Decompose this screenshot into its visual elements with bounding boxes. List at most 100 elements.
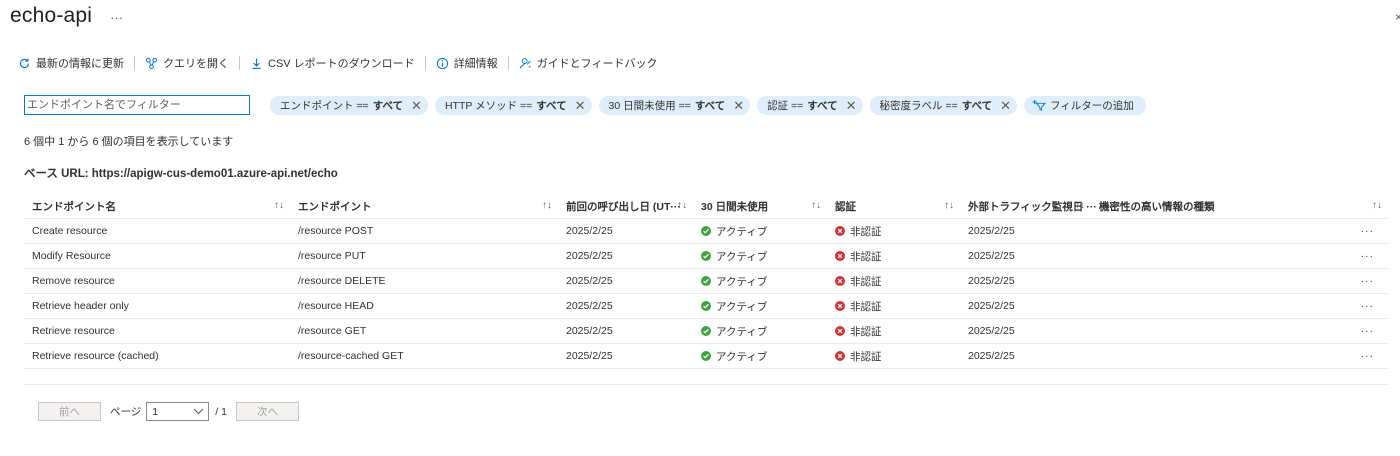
column-header-endpoint[interactable]: エンドポイント ↑↓: [290, 194, 558, 219]
sort-icon[interactable]: ↑↓: [944, 200, 954, 211]
cell-monitored-date: 2025/2/25: [960, 293, 1091, 319]
row-more-button[interactable]: ···: [1091, 218, 1388, 244]
close-icon[interactable]: ✕: [733, 99, 744, 112]
table-row[interactable]: Create resource /resource POST 2025/2/25…: [24, 218, 1388, 244]
filter-row: エンドポイント ==すべて✕ HTTP メソッド ==すべて✕ 30 日間未使用…: [24, 95, 1146, 115]
error-circle-icon: [835, 251, 845, 261]
table-row[interactable]: Remove resource /resource DELETE 2025/2/…: [24, 268, 1388, 294]
cell-auth: 非認証: [827, 343, 960, 369]
table-row[interactable]: Retrieve resource (cached) /resource-cac…: [24, 343, 1388, 369]
cell-monitored-date: 2025/2/25: [960, 318, 1091, 344]
filter-pill-unused-30-days[interactable]: 30 日間未使用 == すべて ✕: [598, 95, 751, 115]
cell-unused: アクティブ: [693, 218, 827, 244]
refresh-label: 最新の情報に更新: [36, 58, 124, 70]
guide-feedback-button[interactable]: ガイドとフィードバック: [513, 54, 664, 72]
column-header-endpoint-name[interactable]: エンドポイント名 ↑↓: [24, 194, 290, 219]
cell-auth: 非認証: [827, 293, 960, 319]
check-circle-icon: [701, 351, 711, 361]
sort-icon[interactable]: ↑↓: [1075, 200, 1085, 211]
column-header-label: エンドポイント: [298, 200, 372, 213]
sort-icon[interactable]: ↑↓: [677, 200, 687, 211]
add-filter-icon: [1032, 99, 1046, 111]
page-select[interactable]: 1: [146, 402, 210, 421]
row-more-button[interactable]: ···: [1091, 268, 1388, 294]
table-row[interactable]: Retrieve resource /resource GET 2025/2/2…: [24, 318, 1388, 344]
sort-icon[interactable]: ↑↓: [274, 200, 284, 211]
column-header-external-traffic-date[interactable]: 外部トラフィック監視日 ··· ↑↓: [960, 194, 1097, 219]
filter-pill-endpoint[interactable]: エンドポイント == すべて ✕: [270, 95, 428, 115]
page-label: ページ: [110, 406, 142, 418]
row-more-button[interactable]: ···: [1091, 293, 1388, 319]
download-csv-label: CSV レポートのダウンロード: [268, 58, 415, 70]
filter-pill-value: すべて: [694, 99, 726, 112]
filter-pill-auth[interactable]: 認証 == すべて ✕: [757, 95, 863, 115]
endpoint-filter-input[interactable]: [24, 95, 250, 115]
cell-unused: アクティブ: [693, 268, 827, 294]
table-row[interactable]: Modify Resource /resource PUT 2025/2/25 …: [24, 243, 1388, 269]
page-title: echo-api: [10, 4, 93, 27]
column-header-sensitive-info-type[interactable]: 機密性の高い情報の種類 ↑↓: [1091, 194, 1388, 219]
auth-text: 非認証: [850, 350, 882, 363]
more-options-button[interactable]: ···: [110, 10, 123, 25]
open-query-button[interactable]: クエリを開く: [139, 54, 235, 72]
cell-endpoint-name: Create resource: [24, 218, 290, 244]
add-filter-button[interactable]: フィルターの追加: [1024, 95, 1146, 115]
cell-endpoint: /resource PUT: [290, 243, 558, 269]
refresh-button[interactable]: 最新の情報に更新: [18, 54, 130, 72]
cell-unused: アクティブ: [693, 343, 827, 369]
status-text: アクティブ: [716, 350, 768, 363]
download-csv-button[interactable]: CSV レポートのダウンロード: [244, 54, 421, 72]
error-circle-icon: [835, 351, 845, 361]
error-circle-icon: [835, 301, 845, 311]
cell-unused: アクティブ: [693, 318, 827, 344]
cell-endpoint: /resource HEAD: [290, 293, 558, 319]
close-icon[interactable]: ✕: [846, 99, 857, 112]
column-header-label: 前回の呼び出し日 (UT···: [566, 200, 681, 213]
cell-last-called: 2025/2/25: [558, 343, 693, 369]
guide-feedback-label: ガイドとフィードバック: [536, 58, 658, 70]
divider: [134, 56, 135, 70]
details-button[interactable]: 詳細情報: [430, 54, 504, 72]
row-more-button[interactable]: ···: [1091, 318, 1388, 344]
filter-pills: エンドポイント == すべて ✕ HTTP メソッド == すべて ✕ 30 日間未使用…: [270, 95, 1146, 115]
cell-last-called: 2025/2/25: [558, 243, 693, 269]
row-more-button[interactable]: ···: [1091, 343, 1388, 369]
filter-pill-sensitivity-label[interactable]: 秘密度ラベル == すべて ✕: [869, 95, 1017, 115]
row-more-button[interactable]: ···: [1091, 243, 1388, 269]
table-row[interactable]: Retrieve header only /resource HEAD 2025…: [24, 293, 1388, 319]
column-header-auth[interactable]: 認証 ↑↓: [827, 194, 960, 219]
page-total: / 1: [215, 405, 227, 418]
endpoints-table: エンドポイント名 ↑↓ エンドポイント ↑↓ 前回の呼び出し日 (UT··· ↑↓ 3…: [24, 194, 1388, 369]
base-url: ベース URL: https://apigw-cus-demo01.azure-…: [24, 168, 338, 180]
pagination: 前へ ページ 1 / 1 次へ: [38, 402, 299, 421]
cell-last-called: 2025/2/25: [558, 293, 693, 319]
sort-icon[interactable]: ↑↓: [542, 200, 552, 211]
column-header-last-called[interactable]: 前回の呼び出し日 (UT··· ↑↓: [558, 194, 693, 219]
check-circle-icon: [701, 326, 711, 336]
auth-text: 非認証: [850, 250, 882, 263]
status-text: アクティブ: [716, 325, 768, 338]
close-icon[interactable]: ✕: [411, 99, 422, 112]
check-circle-icon: [701, 251, 711, 261]
filter-pill-http-method[interactable]: HTTP メソッド == すべて ✕: [434, 95, 592, 115]
sort-icon[interactable]: ↑↓: [1372, 200, 1382, 211]
cell-unused: アクティブ: [693, 243, 827, 269]
check-circle-icon: [701, 226, 711, 236]
title-bar: echo-api ···: [10, 4, 123, 28]
divider: [507, 56, 509, 70]
next-page-button[interactable]: 次へ: [235, 402, 299, 421]
column-header-unused-30-days[interactable]: 30 日間未使用 ↑↓: [693, 194, 827, 219]
auth-text: 非認証: [850, 300, 882, 313]
cell-endpoint: /resource GET: [290, 318, 558, 344]
close-icon[interactable]: ✕: [1000, 99, 1011, 112]
close-icon[interactable]: ✕: [575, 99, 586, 112]
prev-page-button[interactable]: 前へ: [38, 402, 101, 421]
close-button[interactable]: ×: [1395, 10, 1400, 24]
error-circle-icon: [835, 276, 845, 286]
cell-endpoint-name: Retrieve header only: [24, 293, 290, 319]
column-header-label: 30 日間未使用: [701, 200, 769, 213]
details-label: 詳細情報: [453, 58, 498, 70]
sort-icon[interactable]: ↑↓: [811, 200, 821, 211]
error-circle-icon: [835, 326, 845, 336]
check-circle-icon: [701, 276, 711, 286]
